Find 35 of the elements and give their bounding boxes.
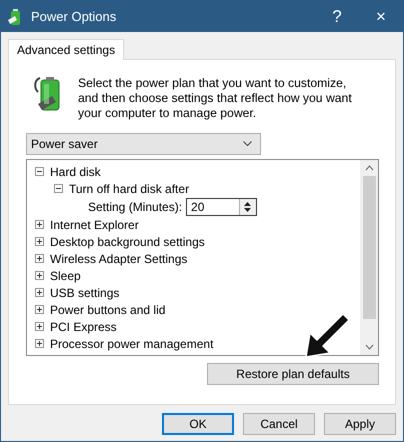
window-title: Power Options bbox=[31, 9, 118, 24]
collapse-icon[interactable] bbox=[54, 184, 63, 193]
help-button[interactable]: ? bbox=[315, 1, 359, 32]
plan-dropdown[interactable]: Power saver bbox=[26, 133, 261, 155]
expand-icon[interactable] bbox=[35, 220, 44, 229]
scrollbar[interactable] bbox=[360, 160, 378, 355]
tab[interactable]: Advanced settings bbox=[8, 39, 124, 60]
battery-icon bbox=[7, 8, 23, 26]
expand-icon[interactable] bbox=[35, 288, 44, 297]
expand-icon[interactable] bbox=[35, 237, 44, 246]
close-button[interactable]: × bbox=[359, 1, 403, 32]
tree-item[interactable]: PCI Express bbox=[50, 320, 117, 334]
expand-icon[interactable] bbox=[35, 305, 44, 314]
tree-item[interactable]: Desktop background settings bbox=[50, 234, 205, 248]
minutes-spinner[interactable]: 20 bbox=[186, 198, 258, 216]
expand-icon[interactable] bbox=[35, 322, 44, 331]
setting-label: Setting (Minutes): bbox=[88, 200, 182, 214]
tree-item[interactable]: Hard disk bbox=[50, 164, 101, 178]
tree-item[interactable]: Sleep bbox=[50, 268, 81, 282]
chevron-down-icon bbox=[243, 141, 252, 147]
expand-icon[interactable] bbox=[35, 254, 44, 263]
collapse-icon[interactable] bbox=[35, 167, 44, 176]
tree-item[interactable]: Processor power management bbox=[50, 336, 214, 350]
description-text: Select the power plan that you want to customize, and then choose settings that reflect how you want your computer to manage power. bbox=[78, 76, 353, 121]
tree-item[interactable]: USB settings bbox=[50, 286, 120, 300]
tree-item[interactable]: Internet Explorer bbox=[50, 218, 139, 232]
expand-icon[interactable] bbox=[35, 271, 44, 280]
expand-icon[interactable] bbox=[35, 339, 44, 348]
dialog-button[interactable]: OK bbox=[162, 413, 234, 435]
tree-item[interactable]: Power buttons and lid bbox=[50, 302, 166, 316]
tree-item[interactable]: Wireless Adapter Settings bbox=[50, 252, 188, 266]
dialog-button[interactable]: Cancel bbox=[243, 413, 315, 435]
tree-item[interactable]: Turn off hard disk after bbox=[69, 182, 190, 196]
dialog-button[interactable]: Apply bbox=[324, 413, 396, 435]
restore-defaults-button[interactable]: Restore plan defaults bbox=[207, 363, 379, 385]
